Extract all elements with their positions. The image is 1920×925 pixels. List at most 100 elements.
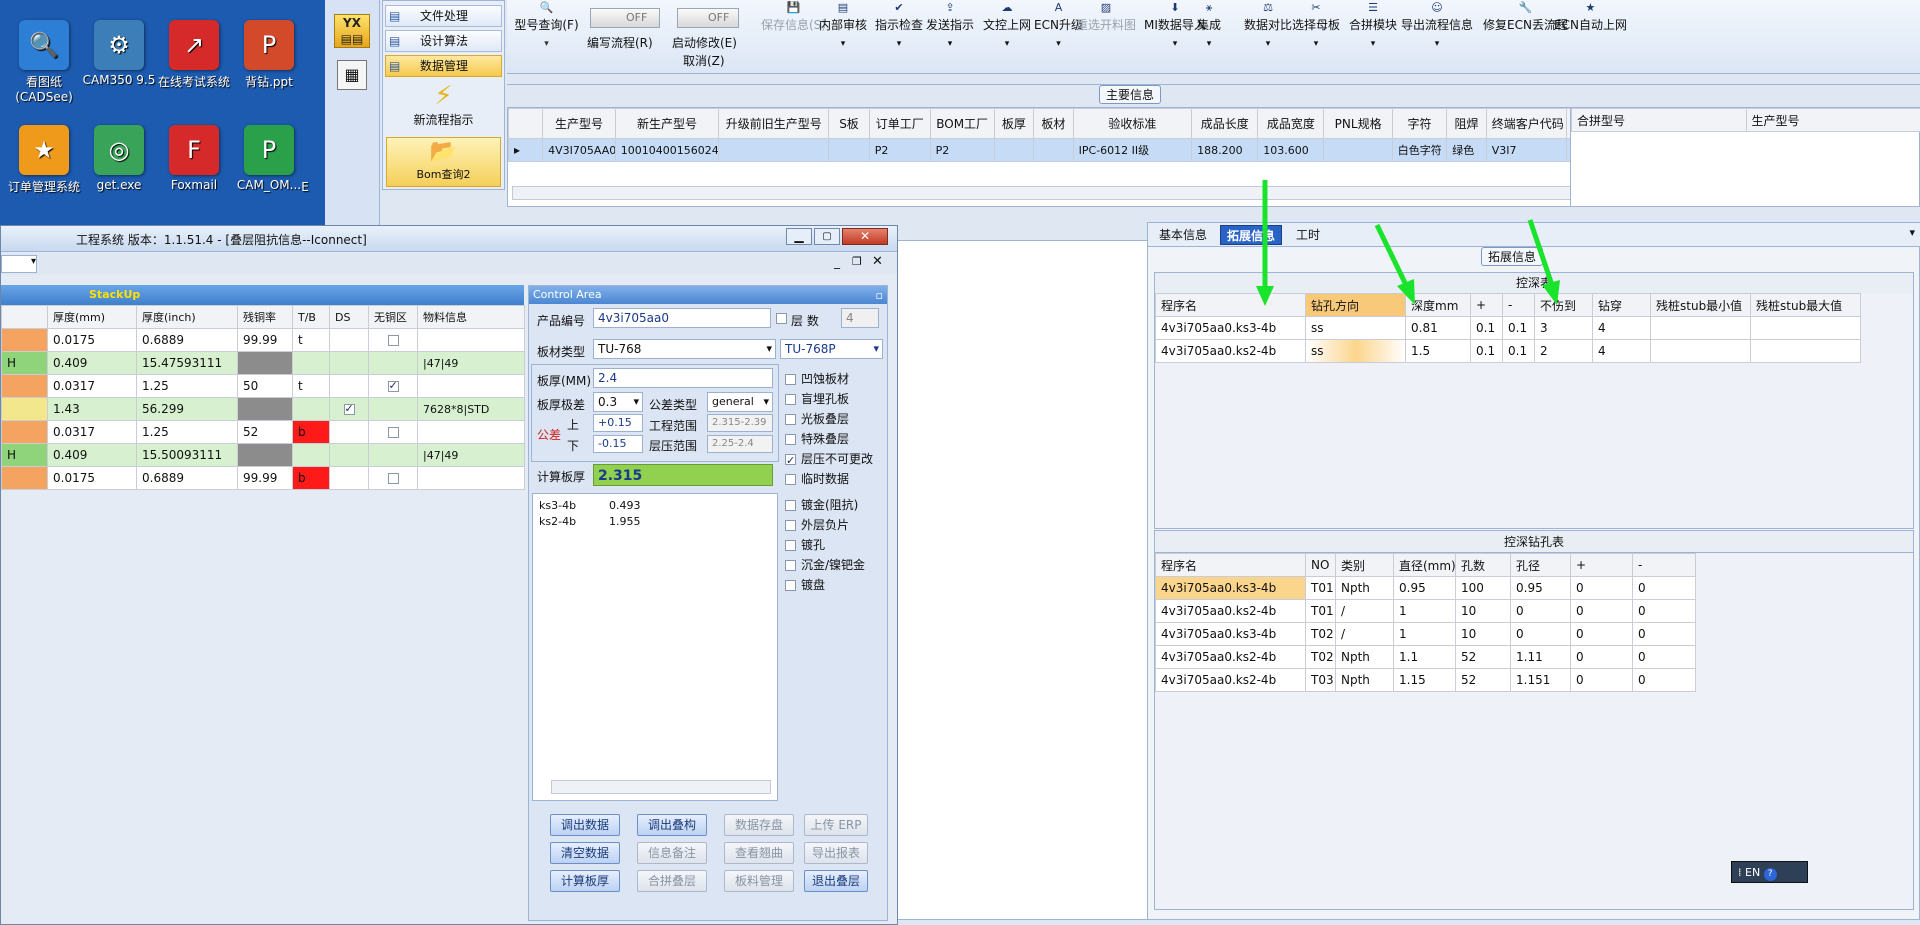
table-cell[interactable]: ss: [1305, 339, 1406, 363]
table-cell[interactable]: 188.200: [1191, 138, 1259, 162]
material-cell[interactable]: |47|49: [417, 443, 525, 467]
tb-cell[interactable]: b: [292, 466, 330, 490]
table-row[interactable]: 4v3i705aa0.ks3-4b T02/1 10 0 0 0: [1155, 622, 1696, 646]
ribbon-button[interactable]: ★ ECN自动上网: [1554, 0, 1627, 56]
column-header[interactable]: 钻孔方向: [1305, 293, 1406, 317]
material-cell[interactable]: |47|49: [417, 351, 525, 375]
option-checkbox[interactable]: 镀盘: [785, 576, 825, 594]
column-header[interactable]: T/B: [292, 305, 330, 329]
table-cell[interactable]: 0.1: [1470, 316, 1503, 340]
pin-icon[interactable]: ▫: [876, 287, 883, 305]
thickness-input[interactable]: 2.4: [593, 368, 773, 388]
copper-rate-cell[interactable]: [237, 443, 293, 467]
column-header[interactable]: 厚度(inch): [136, 305, 238, 329]
column-header[interactable]: 残铜率: [237, 305, 293, 329]
table-cell[interactable]: 0: [1510, 599, 1571, 623]
list-item[interactable]: ks2-4b 1.955: [539, 514, 769, 530]
mdi-restore-icon[interactable]: ❐: [852, 255, 862, 268]
no-copper-checkbox[interactable]: [387, 427, 399, 438]
table-cell[interactable]: 0: [1632, 668, 1696, 692]
no-copper-checkbox[interactable]: [387, 335, 399, 346]
column-header[interactable]: 不伤到: [1534, 293, 1593, 317]
no-copper-cell[interactable]: [368, 466, 418, 490]
ds-cell[interactable]: [329, 328, 369, 352]
table-cell[interactable]: 10: [1455, 599, 1511, 623]
ds-cell[interactable]: [329, 466, 369, 490]
product-input[interactable]: 4v3i705aa0: [593, 308, 771, 328]
horizontal-scrollbar[interactable]: [512, 186, 1697, 200]
table-row[interactable]: 4v3i705aa0.ks2-4b T01/1 10 0 0 0: [1155, 599, 1696, 623]
table-cell[interactable]: 1.151: [1510, 668, 1571, 692]
option-checkbox[interactable]: 凹蚀板材: [785, 370, 849, 388]
copper-rate-cell[interactable]: 99.99: [237, 328, 293, 352]
tb-cell[interactable]: t: [292, 328, 330, 352]
column-header[interactable]: 成品宽度: [1257, 108, 1325, 139]
tab-menu-icon[interactable]: ▾: [1909, 226, 1915, 239]
table-cell[interactable]: T02: [1305, 645, 1336, 669]
no-copper-cell[interactable]: [368, 328, 418, 352]
column-header[interactable]: PNL规格: [1323, 108, 1393, 139]
no-copper-cell[interactable]: [368, 351, 418, 375]
table-cell[interactable]: T02: [1305, 622, 1336, 646]
column-header[interactable]: 字符: [1391, 108, 1448, 139]
tab-1[interactable]: 拓展信息: [1220, 225, 1282, 245]
column-header[interactable]: 板材: [1033, 108, 1074, 139]
column-header[interactable]: 残桩stub最大值: [1750, 293, 1861, 317]
option-checkbox[interactable]: 特殊叠层: [785, 430, 849, 448]
thickness-inch-cell[interactable]: 15.50093111: [136, 443, 238, 467]
ribbon-button[interactable]: ☺ 导出流程信息 ▾: [1401, 0, 1473, 56]
checkbox-box[interactable]: [785, 374, 796, 385]
table-cell[interactable]: 0.1: [1502, 339, 1535, 363]
model-query-button[interactable]: 🔍 型号查询(F) ▾: [509, 0, 584, 56]
ribbon-button[interactable]: ☁ 文控上网 ▾: [983, 0, 1031, 56]
row-selector[interactable]: ▸: [508, 138, 544, 162]
table-cell[interactable]: 3: [1534, 316, 1593, 340]
column-header[interactable]: 程序名: [1155, 293, 1306, 317]
table-row[interactable]: 4v3i705aa0.ks2-4b T02 Npth 1.1 52 1.11 0 0: [1155, 645, 1696, 669]
material2-select[interactable]: TU-768P: [780, 339, 883, 359]
checkbox-box[interactable]: [785, 434, 796, 445]
table-cell[interactable]: /: [1335, 599, 1394, 623]
yx-icon[interactable]: YX ▤▤: [334, 14, 370, 48]
thickness-inch-cell[interactable]: 15.47593111: [136, 351, 238, 375]
material-cell[interactable]: [417, 374, 525, 398]
copper-rate-cell[interactable]: 99.99: [237, 466, 293, 490]
copper-rate-cell[interactable]: [237, 397, 293, 421]
thickness-inch-cell[interactable]: 0.6889: [136, 466, 238, 490]
control-button[interactable]: 板料管理: [724, 870, 794, 892]
calculator-icon[interactable]: ▦: [337, 60, 367, 90]
column-header[interactable]: -: [1632, 553, 1696, 577]
table-cell[interactable]: 0: [1570, 576, 1633, 600]
maximize-button[interactable]: ▢: [814, 228, 840, 245]
table-cell[interactable]: 1.5: [1405, 339, 1471, 363]
thickness-mm-cell[interactable]: 0.0175: [47, 466, 137, 490]
table-cell[interactable]: 0: [1570, 599, 1633, 623]
table-cell[interactable]: 1.1: [1393, 645, 1456, 669]
checkbox-box[interactable]: [785, 520, 796, 531]
table-cell[interactable]: [1650, 316, 1751, 340]
tab-0[interactable]: 基本信息: [1152, 225, 1214, 245]
table-cell[interactable]: 0: [1632, 645, 1696, 669]
table-cell[interactable]: 2: [1534, 339, 1593, 363]
thickness-inch-cell[interactable]: 56.299: [136, 397, 238, 421]
column-header[interactable]: 孔数: [1455, 553, 1511, 577]
column-header[interactable]: 阻焊: [1446, 108, 1487, 139]
column-header[interactable]: 无铜区: [368, 305, 418, 329]
checkbox-box[interactable]: [785, 414, 796, 425]
table-cell[interactable]: 1.11: [1510, 645, 1571, 669]
table-cell[interactable]: 10: [1455, 622, 1511, 646]
control-button[interactable]: 调出叠构: [637, 814, 707, 836]
nav-item[interactable]: ▤ 设计算法: [385, 30, 502, 52]
ribbon-button[interactable]: 💾 保存信息(S): [761, 0, 826, 56]
thickness-mm-cell[interactable]: 0.0317: [47, 374, 137, 398]
option-checkbox[interactable]: 外层负片: [785, 516, 849, 534]
list-scrollbar[interactable]: [551, 780, 771, 794]
desktop-icon[interactable]: P 背钻.ppt: [225, 20, 313, 90]
table-cell[interactable]: 4v3i705aa0.ks2-4b: [1155, 339, 1306, 363]
thickness-mm-cell[interactable]: 0.0175: [47, 328, 137, 352]
column-header[interactable]: 订单工厂: [868, 108, 931, 139]
mdi-minimize-icon[interactable]: _: [834, 255, 840, 269]
ribbon-button[interactable]: ✔ 指示检查 ▾: [875, 0, 923, 56]
control-button[interactable]: 导出报表: [804, 842, 868, 864]
doc-select[interactable]: ▾: [1, 255, 37, 273]
